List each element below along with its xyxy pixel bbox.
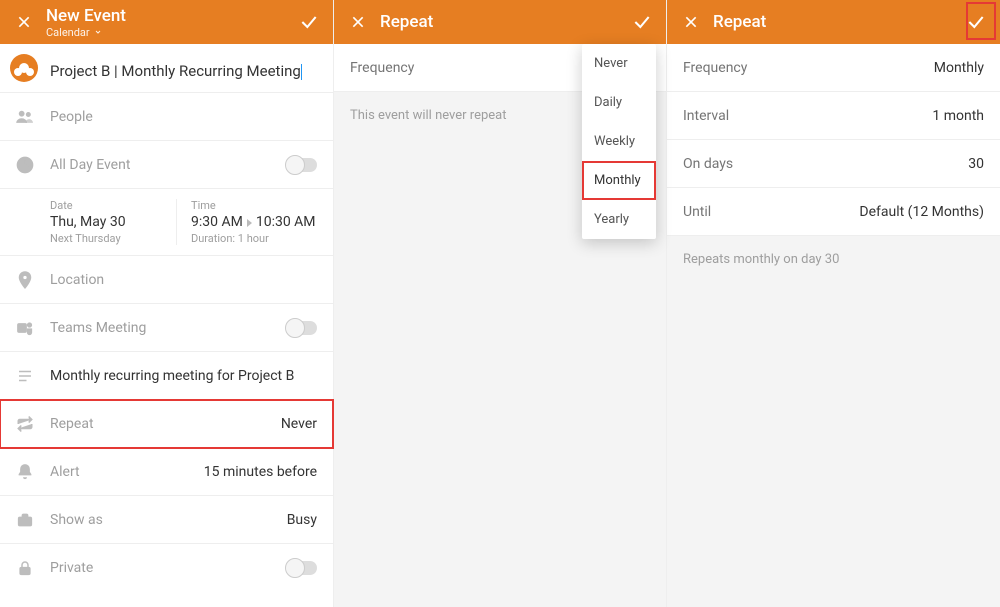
people-label: People [50, 109, 317, 125]
close-icon[interactable] [346, 10, 370, 34]
repeat-icon [14, 413, 36, 435]
frequency-label: Frequency [683, 60, 934, 76]
description-row[interactable]: Monthly recurring meeting for Project B [0, 352, 333, 400]
time-value: 9:30 AM10:30 AM [191, 214, 317, 230]
header-title: New Event [46, 6, 297, 26]
frequency-option-never[interactable]: Never [582, 44, 656, 83]
header-subtitle[interactable]: Calendar [46, 26, 297, 39]
event-title-input[interactable]: Project B | Monthly Recurring Meeting [50, 62, 301, 80]
time-label: Time [191, 199, 317, 212]
private-label: Private [50, 560, 287, 576]
datetime-row[interactable]: Date Thu, May 30 Next Thursday Time 9:30… [0, 189, 333, 256]
allday-toggle[interactable] [287, 158, 317, 172]
close-icon[interactable] [12, 10, 36, 34]
confirm-icon[interactable] [964, 10, 988, 34]
lock-icon [14, 557, 36, 579]
repeat-summary: Repeats monthly on day 30 [667, 236, 1000, 283]
frequency-option-monthly[interactable]: Monthly [582, 161, 656, 200]
showas-value: Busy [287, 512, 317, 528]
interval-row[interactable]: Interval 1 month [667, 92, 1000, 140]
private-toggle[interactable] [287, 561, 317, 575]
frequency-option-daily[interactable]: Daily [582, 83, 656, 122]
description-text: Monthly recurring meeting for Project B [50, 368, 317, 384]
repeat-row[interactable]: Repeat Never [0, 400, 333, 448]
until-label: Until [683, 204, 859, 220]
location-label: Location [50, 272, 317, 288]
date-column[interactable]: Date Thu, May 30 Next Thursday [50, 199, 176, 245]
frequency-option-weekly[interactable]: Weekly [582, 122, 656, 161]
ondays-label: On days [683, 156, 968, 172]
header-title: Repeat [713, 12, 964, 32]
repeat-label: Repeat [50, 416, 281, 432]
time-sub: Duration: 1 hour [191, 232, 317, 245]
header-title: Repeat [380, 12, 630, 32]
ondays-value: 30 [968, 156, 984, 172]
location-row[interactable]: Location [0, 256, 333, 304]
new-event-header: New Event Calendar [0, 0, 333, 44]
confirm-icon[interactable] [630, 10, 654, 34]
briefcase-icon [14, 509, 36, 531]
until-value: Default (12 Months) [859, 204, 984, 220]
repeat-panel-select: Repeat Frequency This event will never r… [334, 0, 667, 607]
showas-row[interactable]: Show as Busy [0, 496, 333, 544]
teams-toggle[interactable] [287, 321, 317, 335]
calendar-avatar-icon [10, 54, 38, 82]
showas-label: Show as [50, 512, 287, 528]
teams-icon [14, 317, 36, 339]
clock-icon [14, 154, 36, 176]
event-title-row[interactable]: Project B | Monthly Recurring Meeting [0, 44, 333, 93]
alert-row[interactable]: Alert 15 minutes before [0, 448, 333, 496]
description-icon [14, 365, 36, 387]
location-icon [14, 269, 36, 291]
new-event-panel: New Event Calendar Project B | Monthly R… [0, 0, 334, 607]
text-cursor [301, 64, 302, 80]
interval-label: Interval [683, 108, 932, 124]
interval-value: 1 month [932, 108, 984, 124]
bell-icon [14, 461, 36, 483]
confirm-icon[interactable] [297, 10, 321, 34]
close-icon[interactable] [679, 10, 703, 34]
ondays-row[interactable]: On days 30 [667, 140, 1000, 188]
chevron-down-icon [94, 28, 102, 36]
alert-value: 15 minutes before [204, 464, 317, 480]
people-icon [14, 106, 36, 128]
repeat-panel-config: Repeat Frequency Monthly Interval 1 mont… [667, 0, 1000, 607]
allday-label: All Day Event [50, 157, 287, 173]
frequency-dropdown: Never Daily Weekly Monthly Yearly [582, 44, 656, 239]
alert-label: Alert [50, 464, 204, 480]
allday-row[interactable]: All Day Event [0, 141, 333, 189]
until-row[interactable]: Until Default (12 Months) [667, 188, 1000, 236]
repeat-header: Repeat [667, 0, 1000, 44]
repeat-header: Repeat [334, 0, 666, 44]
private-row[interactable]: Private [0, 544, 333, 592]
teams-label: Teams Meeting [50, 320, 287, 336]
frequency-value: Monthly [934, 60, 984, 76]
teams-row[interactable]: Teams Meeting [0, 304, 333, 352]
repeat-value: Never [281, 416, 317, 432]
frequency-option-yearly[interactable]: Yearly [582, 200, 656, 239]
arrow-right-icon [247, 219, 252, 227]
date-label: Date [50, 199, 176, 212]
people-row[interactable]: People [0, 93, 333, 141]
frequency-row[interactable]: Frequency Monthly [667, 44, 1000, 92]
date-value: Thu, May 30 [50, 214, 176, 230]
date-sub: Next Thursday [50, 232, 176, 245]
time-column[interactable]: Time 9:30 AM10:30 AM Duration: 1 hour [176, 199, 317, 245]
